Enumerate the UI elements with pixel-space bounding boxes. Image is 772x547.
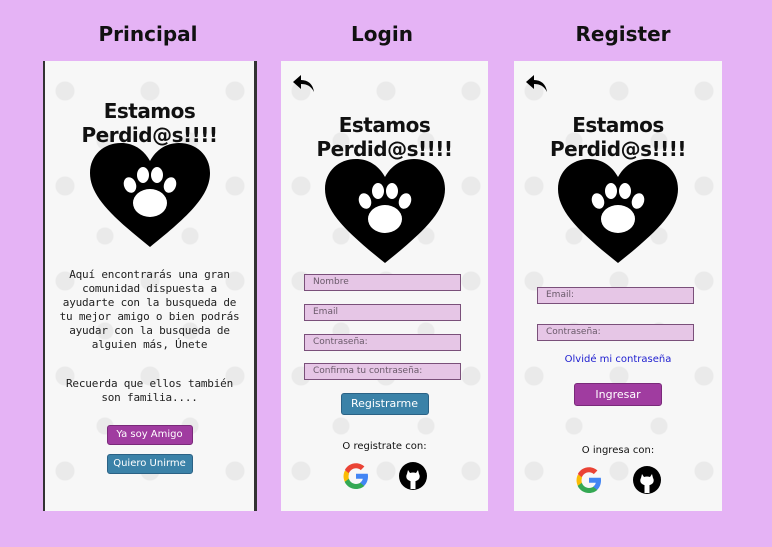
forgot-password-link[interactable]: Olvidé mi contraseña [514, 354, 722, 365]
heading-login: Login [351, 22, 413, 46]
ya-soy-amigo-button[interactable]: Ya soy Amigo [106, 425, 193, 445]
reminder-text: Recuerda que ellos también son familia..… [66, 377, 233, 404]
github-icon[interactable] [632, 465, 662, 495]
heart-paw-icon [324, 159, 445, 263]
description-text: Aquí encontrarás una gran comunidad disp… [59, 268, 240, 351]
ingresar-button[interactable]: Ingresar [574, 383, 662, 406]
heading-principal: Principal [98, 22, 198, 46]
heart-paw-icon [558, 159, 678, 263]
register-screen: Estamos Perdid@s!!!! Email: Contraseña: … [514, 61, 722, 511]
page-title: Estamos Perdid@s!!!! [550, 113, 686, 161]
or-register-text: O registrate con: [342, 441, 427, 452]
heart-paw-icon [89, 143, 210, 247]
back-arrow-icon[interactable] [526, 75, 548, 93]
page-title: Estamos Perdid@s!!!! [316, 113, 453, 161]
password-field[interactable]: Contraseña: [304, 334, 461, 351]
google-icon[interactable] [574, 465, 604, 495]
principal-screen: Estamos Perdid@s!!!! Aquí encontrarás un… [43, 61, 257, 511]
quiero-unirme-button[interactable]: Quiero Unirme [106, 454, 193, 474]
login-screen: Estamos Perdid@s!!!! Nombre Email Contra… [281, 61, 488, 511]
github-icon[interactable] [398, 461, 428, 491]
page-title: Estamos Perdid@s!!!! [81, 99, 218, 147]
heading-register: Register [575, 22, 671, 46]
confirm-password-field[interactable]: Confirma tu contraseña: [304, 363, 461, 380]
back-arrow-icon[interactable] [293, 75, 315, 93]
password-field[interactable]: Contraseña: [537, 324, 694, 341]
or-login-text: O ingresa con: [581, 445, 655, 456]
google-icon[interactable] [341, 461, 371, 491]
name-field[interactable]: Nombre [304, 274, 461, 291]
registrarme-button[interactable]: Registrarme [340, 393, 429, 415]
email-field[interactable]: Email: [537, 287, 694, 304]
email-field[interactable]: Email [304, 304, 461, 321]
